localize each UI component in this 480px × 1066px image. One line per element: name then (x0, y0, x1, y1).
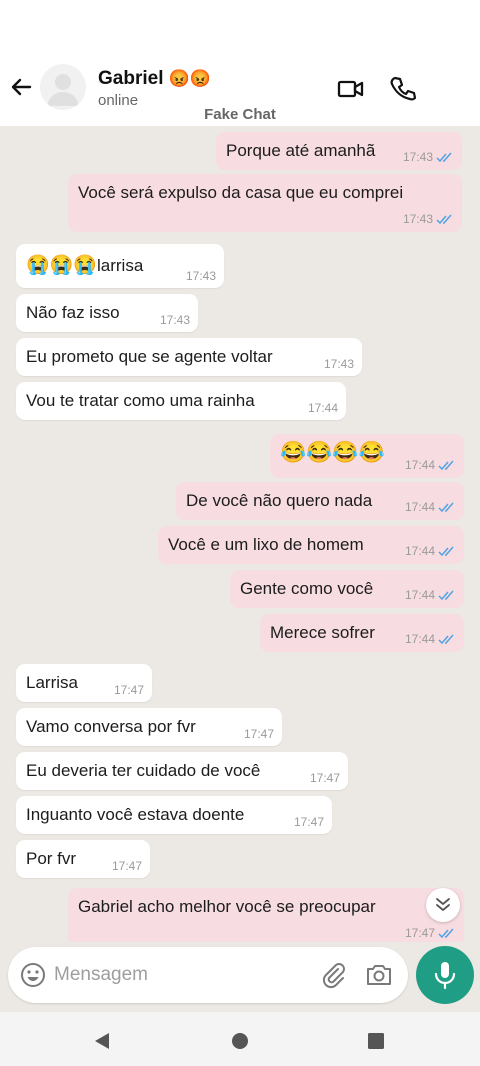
message-time: 17:43 (185, 269, 216, 283)
message-text: Inguanto você estava doente (26, 805, 245, 824)
message-bubble-outgoing[interactable]: Você e um lixo de homem 17:44 (158, 526, 464, 564)
nav-home-icon[interactable] (229, 1030, 251, 1052)
camera-icon[interactable] (364, 960, 394, 990)
message-bubble-incoming[interactable]: Vamo conversa por fvr 17:47 (16, 708, 282, 746)
message-input[interactable] (52, 961, 276, 989)
message-bubble-outgoing[interactable]: Porque até amanhã 17:43 (216, 132, 462, 170)
message-time: 17:47 (293, 815, 324, 829)
system-navigation-bar (0, 1012, 480, 1066)
video-call-icon[interactable] (336, 74, 366, 104)
message-time: 17:44 (404, 632, 435, 646)
message-time: 17:44 (404, 588, 435, 602)
message-emoji: 😭😭😭 (26, 255, 97, 276)
voice-message-button[interactable] (416, 946, 474, 1004)
message-text: larrisa (96, 256, 144, 275)
fake-chat-watermark: Fake Chat (204, 106, 276, 123)
message-time: 17:43 (159, 313, 190, 327)
message-text: Não faz isso (26, 303, 120, 322)
message-bubble-incoming[interactable]: 😭😭😭larrisa 17:43 (16, 244, 224, 288)
message-bubble-incoming[interactable]: Eu prometo que se agente voltar 17:43 (16, 338, 362, 376)
message-text: Por fvr (26, 849, 77, 868)
message-text: Larrisa (26, 673, 78, 692)
message-bubble-outgoing[interactable]: Você será expulso da casa que eu comprei… (68, 174, 462, 232)
contact-name-row[interactable]: Gabriel 😡😡 (98, 68, 211, 90)
avatar-placeholder-icon (47, 74, 79, 106)
read-ticks-icon (438, 634, 454, 644)
message-text: De você não quero nada (186, 491, 373, 510)
message-bubble-incoming[interactable]: Não faz isso 17:43 (16, 294, 198, 332)
emoji-icon[interactable] (18, 960, 48, 990)
name-emoji: 😡😡 (168, 69, 212, 88)
message-bubble-incoming[interactable]: Vou te tratar como uma rainha 17:44 (16, 382, 346, 420)
scroll-to-bottom-button[interactable] (426, 888, 460, 922)
message-bubble-outgoing[interactable]: Gabriel acho melhor você se preocupar 17… (68, 888, 464, 942)
read-ticks-icon (438, 460, 454, 470)
message-bubble-outgoing[interactable]: 😂😂😂😂 17:44 (270, 434, 464, 478)
message-time: 17:44 (307, 401, 338, 415)
message-time: 17:44 (404, 458, 435, 472)
message-text: Gabriel acho melhor você se preocupar (78, 897, 376, 916)
read-ticks-icon (436, 214, 452, 224)
message-time: 17:47 (111, 859, 142, 873)
message-text: Eu deveria ter cuidado de você (26, 761, 261, 780)
read-ticks-icon (438, 928, 454, 938)
message-bubble-incoming[interactable]: Por fvr 17:47 (16, 840, 150, 878)
message-time: 17:47 (404, 926, 435, 940)
message-time: 17:47 (309, 771, 340, 785)
message-text: Vou te tratar como uma rainha (26, 391, 255, 410)
chat-header: Gabriel 😡😡 online Fake Chat (0, 60, 480, 126)
message-bubble-incoming[interactable]: Larrisa 17:47 (16, 664, 152, 702)
message-text: Porque até amanhã (226, 141, 376, 160)
message-text: Gente como você (240, 579, 374, 598)
message-bubble-incoming[interactable]: Inguanto você estava doente 17:47 (16, 796, 332, 834)
message-time: 17:44 (404, 544, 435, 558)
voice-call-icon[interactable] (388, 74, 418, 104)
message-time: 17:43 (402, 212, 433, 226)
message-time: 17:44 (404, 500, 435, 514)
message-time: 17:43 (402, 150, 433, 164)
message-composer (8, 947, 408, 1003)
message-time: 17:47 (113, 683, 144, 697)
nav-recents-icon[interactable] (365, 1030, 387, 1052)
message-text: Você e um lixo de homem (168, 535, 364, 554)
message-emoji: 😂😂😂😂 (280, 441, 385, 464)
message-text: Vamo conversa por fvr (26, 717, 196, 736)
chat-messages-area[interactable]: Porque até amanhã 17:43 Você será expuls… (0, 126, 480, 942)
avatar[interactable] (40, 64, 86, 110)
message-text: Merece sofrer (270, 623, 375, 642)
message-text: Eu prometo que se agente voltar (26, 347, 273, 366)
read-ticks-icon (438, 590, 454, 600)
read-ticks-icon (436, 152, 452, 162)
read-ticks-icon (438, 502, 454, 512)
attach-icon[interactable] (318, 960, 348, 990)
status-bar (0, 0, 480, 60)
double-chevron-down-icon (436, 898, 450, 911)
message-bubble-outgoing[interactable]: De você não quero nada 17:44 (176, 482, 464, 520)
message-bubble-outgoing[interactable]: Gente como você 17:44 (230, 570, 464, 608)
read-ticks-icon (438, 546, 454, 556)
message-bubble-outgoing[interactable]: Merece sofrer 17:44 (260, 614, 464, 652)
message-time: 17:47 (243, 727, 274, 741)
back-arrow-icon[interactable] (6, 72, 36, 102)
message-bubble-incoming[interactable]: Eu deveria ter cuidado de você 17:47 (16, 752, 348, 790)
nav-back-icon[interactable] (92, 1030, 114, 1052)
message-text: Você será expulso da casa que eu comprei (78, 183, 404, 202)
mic-icon (434, 962, 456, 990)
contact-name: Gabriel (98, 68, 164, 89)
message-time: 17:43 (323, 357, 354, 371)
